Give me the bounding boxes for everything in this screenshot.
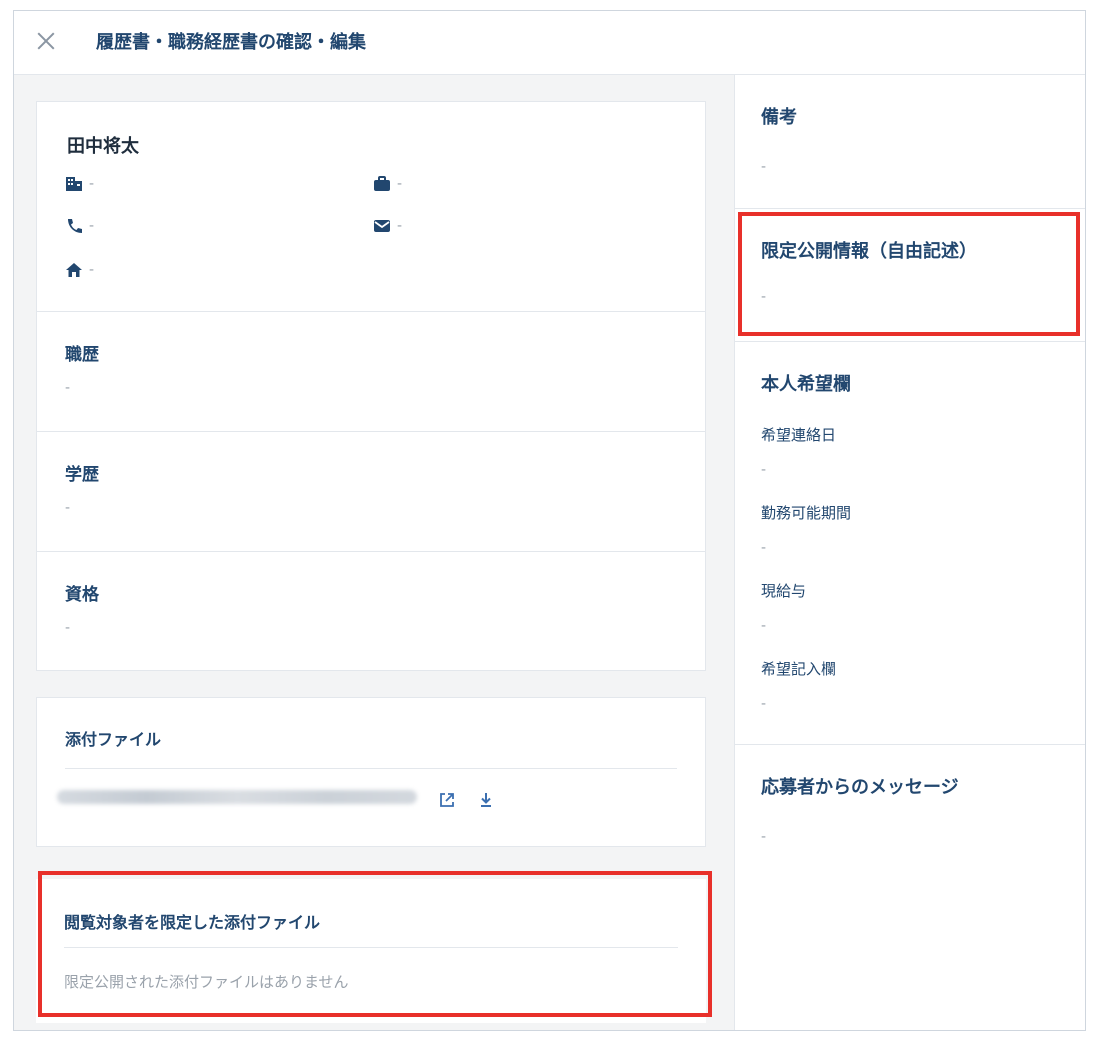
contact-date-value: - xyxy=(761,462,767,478)
company-value: - xyxy=(89,176,95,192)
limited-info-title: 限定公開情報（自由記述） xyxy=(761,241,977,262)
education-value: - xyxy=(65,500,71,516)
home-icon xyxy=(66,263,82,277)
left-panel: 田中将太 - - - - - 職歴 - 学歴 - 資格 - 添付ファイル 閲覧対… xyxy=(14,75,734,1030)
work-period-label: 勤務可能期間 xyxy=(761,504,852,522)
phone-info: - xyxy=(65,218,94,234)
email-info: - xyxy=(373,218,402,234)
divider xyxy=(64,947,678,948)
divider xyxy=(65,768,677,769)
career-title: 職歴 xyxy=(65,345,99,365)
message-value: - xyxy=(761,829,767,845)
career-value: - xyxy=(65,380,71,396)
building-icon xyxy=(66,177,82,191)
email-value: - xyxy=(397,218,403,234)
company-info: - xyxy=(65,176,94,192)
right-panel: 備考 - 限定公開情報（自由記述） - 本人希望欄 希望連絡日 - 勤務可能期間… xyxy=(734,75,1085,1030)
notes-title: 備考 xyxy=(761,107,797,128)
modal-header: 履歴書・職務経歴書の確認・編集 xyxy=(14,11,1085,75)
phone-icon xyxy=(68,219,82,233)
restricted-attachments-title: 閲覧対象者を限定した添付ファイル xyxy=(64,913,321,932)
notes-section: 備考 - xyxy=(735,75,1085,209)
limited-info-section: 限定公開情報（自由記述） - xyxy=(735,209,1085,342)
download-icon[interactable] xyxy=(479,792,493,808)
close-icon[interactable] xyxy=(34,29,58,53)
job-value: - xyxy=(397,176,403,192)
wish-notes-value: - xyxy=(761,696,767,712)
qualification-title: 資格 xyxy=(65,585,99,605)
qualification-section: 資格 - xyxy=(37,551,705,672)
wishes-section: 本人希望欄 希望連絡日 - 勤務可能期間 - 現給与 - 希望記入欄 - xyxy=(735,342,1085,745)
attachments-card: 添付ファイル xyxy=(36,697,706,847)
salary-label: 現給与 xyxy=(761,582,807,600)
education-section: 学歴 - xyxy=(37,431,705,552)
career-section: 職歴 - xyxy=(37,311,705,432)
mail-icon xyxy=(374,220,390,232)
briefcase-icon xyxy=(374,176,390,191)
restricted-attachments-card: 閲覧対象者を限定した添付ファイル 限定公開された添付ファイルはありません xyxy=(36,879,706,1023)
notes-value: - xyxy=(761,159,767,175)
modal: 履歴書・職務経歴書の確認・編集 田中将太 - - - - - 職歴 - 学歴 -… xyxy=(13,10,1086,1031)
open-external-icon[interactable] xyxy=(439,792,455,808)
address-value: - xyxy=(89,262,95,278)
page-title: 履歴書・職務経歴書の確認・編集 xyxy=(96,32,366,53)
attachments-title: 添付ファイル xyxy=(65,730,162,749)
salary-value: - xyxy=(761,618,767,634)
wishes-title: 本人希望欄 xyxy=(761,374,851,395)
limited-info-value: - xyxy=(761,289,767,305)
education-title: 学歴 xyxy=(65,465,99,485)
restricted-empty-message: 限定公開された添付ファイルはありません xyxy=(64,973,349,991)
wish-notes-label: 希望記入欄 xyxy=(761,660,837,678)
job-info: - xyxy=(373,176,402,192)
message-title: 応募者からのメッセージ xyxy=(761,777,959,798)
address-info: - xyxy=(65,262,94,278)
contact-date-label: 希望連絡日 xyxy=(761,426,837,444)
qualification-value: - xyxy=(65,620,71,636)
resume-card: 田中将太 - - - - - 職歴 - 学歴 - 資格 - xyxy=(36,101,706,671)
work-period-value: - xyxy=(761,540,767,556)
attachment-filename[interactable] xyxy=(57,790,417,804)
phone-value: - xyxy=(89,218,95,234)
message-section: 応募者からのメッセージ - xyxy=(735,745,1085,925)
applicant-name: 田中将太 xyxy=(67,136,139,157)
